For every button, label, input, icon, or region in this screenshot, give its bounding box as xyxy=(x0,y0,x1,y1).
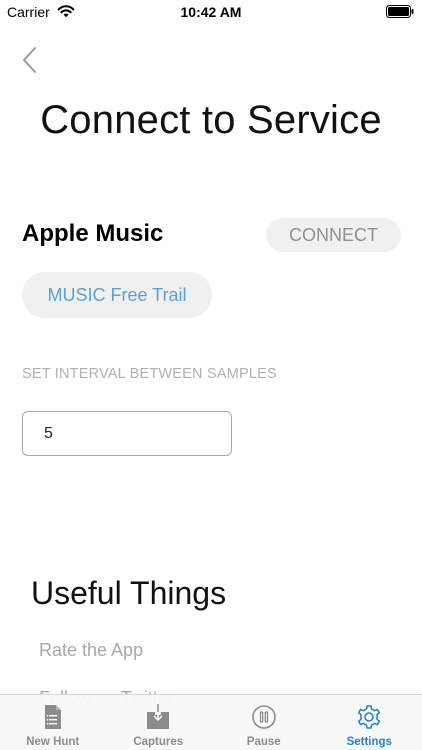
interval-input[interactable] xyxy=(22,411,232,456)
connect-button[interactable]: CONNECT xyxy=(266,218,401,252)
back-button[interactable] xyxy=(16,44,42,76)
chevron-left-icon xyxy=(23,47,36,73)
status-bar: Carrier 10:42 AM xyxy=(0,0,422,24)
status-time: 10:42 AM xyxy=(180,4,242,20)
rate-app-link[interactable]: Rate the App xyxy=(39,640,143,661)
interval-label: SET INTERVAL BETWEEN SAMPLES xyxy=(22,366,277,382)
tab-settings-label: Settings xyxy=(346,736,392,748)
tab-settings[interactable]: Settings xyxy=(317,695,422,750)
service-name: Apple Music xyxy=(22,220,164,247)
gear-icon xyxy=(358,705,381,729)
page-title: Connect to Service xyxy=(40,98,382,142)
free-trial-button[interactable]: MUSIC Free Trail xyxy=(22,272,212,318)
useful-things-title: Useful Things xyxy=(31,575,227,611)
download-icon xyxy=(147,703,170,729)
tab-new-hunt[interactable]: New Hunt xyxy=(0,695,106,750)
tab-pause[interactable]: Pause xyxy=(211,695,317,750)
tab-captures-label: Captures xyxy=(133,736,184,748)
tab-new-hunt-label: New Hunt xyxy=(26,736,80,748)
pause-icon xyxy=(251,705,276,729)
tab-bar: New Hunt Captures Pause Settings xyxy=(0,694,422,750)
document-icon xyxy=(44,705,61,729)
battery-icon xyxy=(386,5,414,18)
tab-captures[interactable]: Captures xyxy=(106,695,212,750)
tab-pause-label: Pause xyxy=(246,736,281,748)
